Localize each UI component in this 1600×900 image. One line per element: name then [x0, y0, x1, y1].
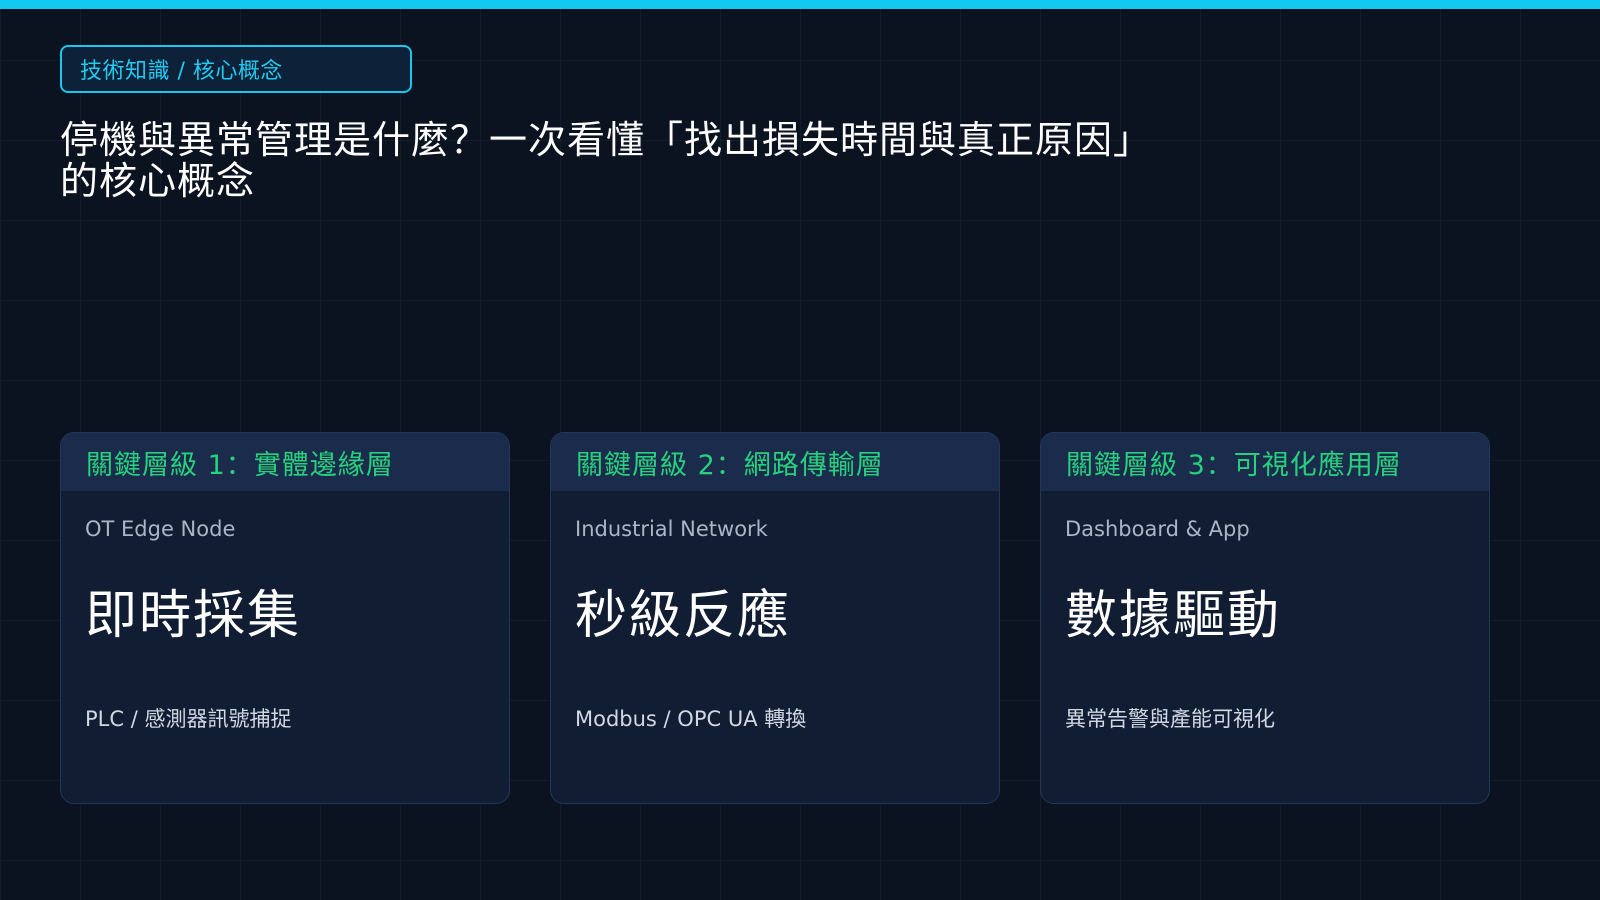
card-headline: 數據驅動 [1065, 586, 1282, 646]
page-title: 停機與異常管理是什麼？一次看懂「找出損失時間與真正原因」 的核心概念 [60, 120, 1260, 202]
card-headline: 即時採集 [85, 586, 302, 646]
card-headline: 秒級反應 [575, 586, 792, 646]
breadcrumb[interactable]: 技術知識 / 核心概念 [60, 45, 412, 93]
card-subtitle: Dashboard & App [1065, 517, 1250, 541]
card-header: 關鍵層級 1：實體邊緣層 [61, 433, 509, 491]
card-visualization-layer: 關鍵層級 3：可視化應用層 Dashboard & App 數據驅動 異常告警與… [1040, 432, 1490, 804]
card-description: 異常告警與產能可視化 [1065, 707, 1275, 731]
card-header: 關鍵層級 2：網路傳輸層 [551, 433, 999, 491]
card-edge-layer: 關鍵層級 1：實體邊緣層 OT Edge Node 即時採集 PLC / 感測器… [60, 432, 510, 804]
card-header: 關鍵層級 3：可視化應用層 [1041, 433, 1489, 491]
card-subtitle: Industrial Network [575, 517, 768, 541]
page-title-line-2: 的核心概念 [60, 159, 256, 203]
card-subtitle: OT Edge Node [85, 517, 236, 541]
card-description: Modbus / OPC UA 轉換 [575, 707, 807, 731]
top-accent-bar [0, 0, 1600, 9]
card-network-layer: 關鍵層級 2：網路傳輸層 Industrial Network 秒級反應 Mod… [550, 432, 1000, 804]
card-description: PLC / 感測器訊號捕捉 [85, 707, 292, 731]
page-title-line-1: 停機與異常管理是什麼？一次看懂「找出損失時間與真正原因」 [60, 118, 1153, 162]
concept-cards: 關鍵層級 1：實體邊緣層 OT Edge Node 即時採集 PLC / 感測器… [60, 432, 1490, 804]
